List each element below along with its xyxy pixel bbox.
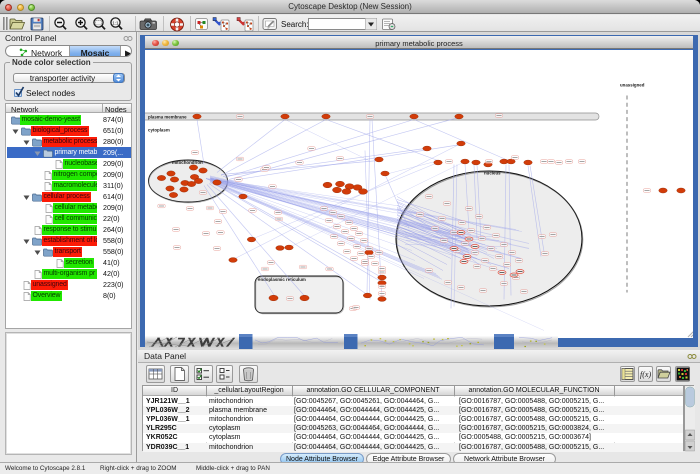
svg-text:1:1: 1:1	[112, 20, 119, 25]
svg-text:plasma membrane: plasma membrane	[148, 115, 187, 120]
svg-text:mitochondrion: mitochondrion	[172, 160, 203, 165]
svg-text:nucleus: nucleus	[484, 171, 501, 176]
svg-text:cytoplasm: cytoplasm	[148, 128, 170, 133]
svg-text:unassigned: unassigned	[620, 83, 645, 88]
svg-text:f(x): f(x)	[640, 370, 651, 379]
